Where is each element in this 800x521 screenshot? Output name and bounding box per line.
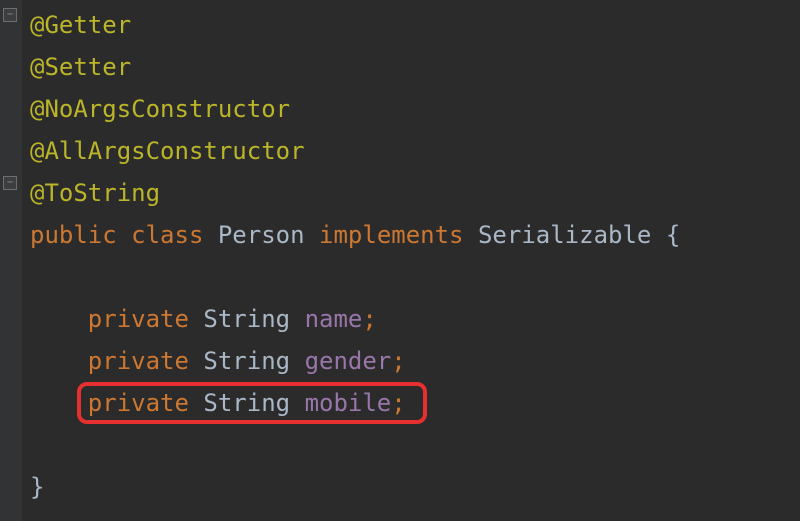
annotation-tostring: @ToString	[30, 179, 160, 207]
code-line[interactable]: @Getter	[30, 4, 800, 46]
keyword-class: class	[131, 221, 203, 249]
semicolon: ;	[391, 347, 405, 375]
annotation-getter: @Getter	[30, 11, 131, 39]
class-name: Person	[218, 221, 305, 249]
fold-toggle-icon[interactable]: −	[3, 176, 17, 190]
interface-name: Serializable	[478, 221, 651, 249]
fold-toggle-icon[interactable]: −	[3, 8, 17, 22]
keyword-private: private	[88, 389, 189, 417]
code-editor[interactable]: − − @Getter @Setter @NoArgsConstructor @…	[0, 0, 800, 521]
code-line[interactable]: @Setter	[30, 46, 800, 88]
code-line[interactable]: private String name;	[30, 298, 800, 340]
code-line[interactable]: private String gender;	[30, 340, 800, 382]
field-mobile: mobile	[305, 389, 392, 417]
code-line-empty[interactable]	[30, 424, 800, 466]
type-string: String	[203, 389, 290, 417]
code-line[interactable]: @NoArgsConstructor	[30, 88, 800, 130]
code-line-empty[interactable]	[30, 256, 800, 298]
annotation-allargs: @AllArgsConstructor	[30, 137, 305, 165]
keyword-private: private	[88, 305, 189, 333]
semicolon: ;	[391, 389, 405, 417]
code-line[interactable]: }	[30, 466, 800, 508]
annotation-noargs: @NoArgsConstructor	[30, 95, 290, 123]
editor-gutter: − −	[0, 0, 22, 521]
keyword-private: private	[88, 347, 189, 375]
type-string: String	[203, 347, 290, 375]
annotation-setter: @Setter	[30, 53, 131, 81]
open-brace: {	[666, 221, 680, 249]
semicolon: ;	[362, 305, 376, 333]
keyword-public: public	[30, 221, 117, 249]
code-line[interactable]: @AllArgsConstructor	[30, 130, 800, 172]
type-string: String	[203, 305, 290, 333]
code-line[interactable]: @ToString	[30, 172, 800, 214]
close-brace: }	[30, 473, 44, 501]
code-area[interactable]: @Getter @Setter @NoArgsConstructor @AllA…	[22, 0, 800, 521]
keyword-implements: implements	[319, 221, 464, 249]
code-line[interactable]: public class Person implements Serializa…	[30, 214, 800, 256]
field-gender: gender	[305, 347, 392, 375]
code-line[interactable]: private String mobile;	[30, 382, 800, 424]
field-name: name	[305, 305, 363, 333]
